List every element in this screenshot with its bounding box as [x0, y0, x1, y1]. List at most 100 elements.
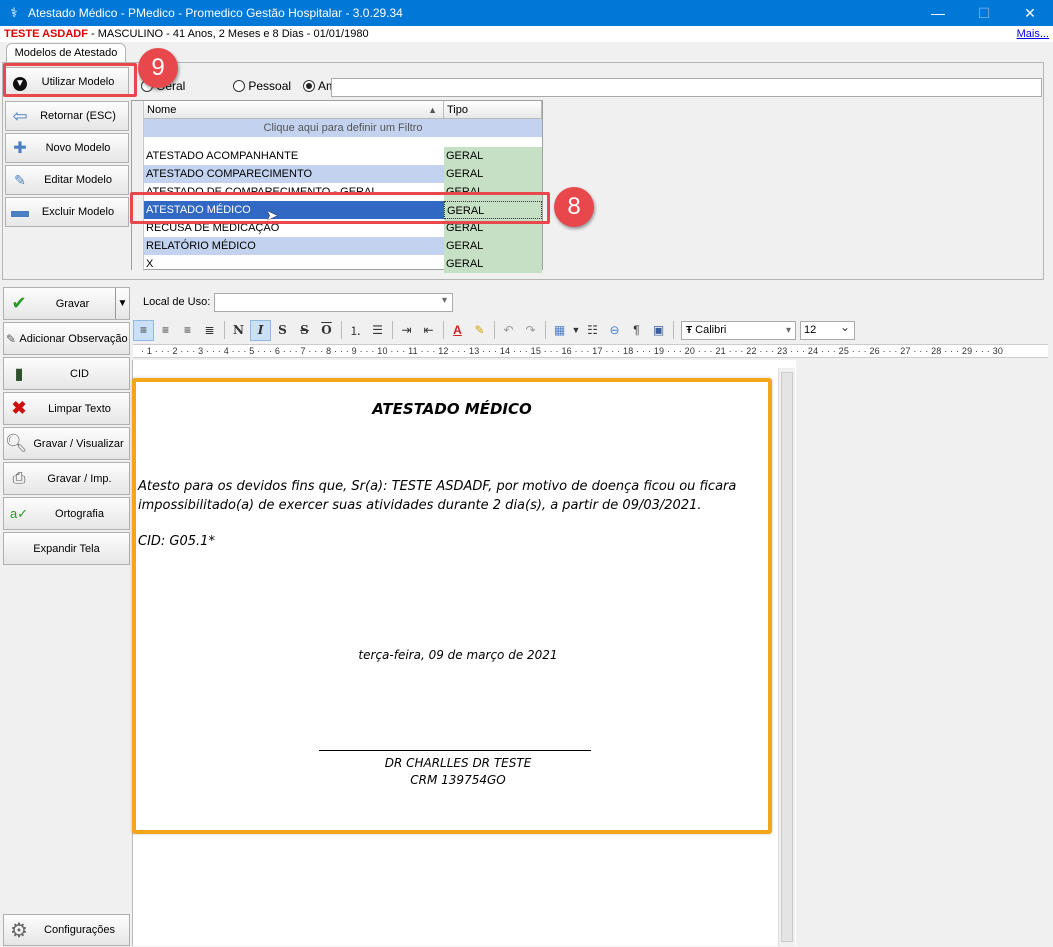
new-model-label: Novo Modelo — [45, 142, 111, 154]
pencil-icon: ✎ — [5, 331, 17, 346]
window-title: Atestado Médico - PMedico - Promedico Ge… — [28, 6, 403, 20]
paragraph-mark-icon[interactable]: ¶ — [626, 320, 647, 341]
symbol-icon[interactable]: ⊖ — [604, 320, 625, 341]
minimize-button[interactable]: — — [915, 0, 961, 26]
delete-model-label: Excluir Modelo — [41, 206, 115, 218]
tab-modelos-de-atestado[interactable]: Modelos de Atestado — [6, 43, 126, 62]
save-document-icon[interactable]: ▣ — [648, 320, 669, 341]
add-observation-label: Adicionar Observação — [19, 332, 128, 345]
check-icon: ✔ — [11, 293, 27, 313]
book-icon: ▮ — [14, 365, 24, 383]
callout-badge-9: 9 — [138, 48, 178, 88]
return-label: Retornar (ESC) — [40, 110, 116, 122]
spellcheck-label: Ortografia — [55, 507, 104, 520]
column-header-tipo[interactable]: Tipo — [444, 101, 542, 119]
editor-scrollbar[interactable] — [778, 368, 795, 946]
column-header-nome[interactable]: Nome ▲ — [144, 101, 444, 119]
save-dropdown-icon[interactable]: ▼ — [115, 288, 129, 319]
local-uso-label: Local de Uso: — [143, 296, 211, 308]
gear-icon: ⚙ — [10, 919, 28, 942]
ruler[interactable]: · 1 · · · 2 · · · 3 · · · 4 · · · 5 · · … — [133, 344, 1048, 358]
minus-icon — [6, 204, 34, 220]
return-button[interactable]: ⇦ Retornar (ESC) — [5, 101, 129, 131]
close-button[interactable]: ✕ — [1007, 0, 1053, 26]
highlight-icon[interactable]: ✎ — [469, 320, 490, 341]
add-icon: ✚ — [13, 140, 27, 157]
settings-button[interactable]: ⚙ Configurações — [3, 914, 130, 946]
patient-details: - MASCULINO - 41 Anos, 2 Meses e 8 Dias … — [87, 28, 369, 40]
redo-icon[interactable]: ↷ — [520, 320, 541, 341]
table-row[interactable]: ATESTADO COMPARECIMENTO GERAL — [144, 165, 542, 183]
table-row[interactable]: RELATÓRIO MÉDICO GERAL — [144, 237, 542, 255]
pencil-icon: ✎ — [14, 171, 26, 188]
magnifier-icon: 🔍︎ — [4, 433, 28, 453]
table-icon[interactable]: ▦ — [549, 320, 570, 341]
delete-model-button[interactable]: Excluir Modelo — [5, 197, 129, 227]
bullet-list-icon[interactable]: ☰ — [367, 320, 388, 341]
more-link[interactable]: Mais... — [1017, 26, 1049, 42]
table-row[interactable]: X GERAL — [144, 255, 542, 273]
font-color-icon[interactable]: A — [447, 320, 468, 341]
new-model-button[interactable]: ✚ Novo Modelo — [5, 133, 129, 163]
document-body: Atesto para os devidos fins que, Sr(a): … — [138, 479, 737, 513]
align-center-icon[interactable]: ≡ — [155, 320, 176, 341]
clear-text-button[interactable]: ✖ Limpar Texto — [3, 392, 130, 425]
maximize-button[interactable]: ☐ — [961, 0, 1007, 26]
row-name: RELATÓRIO MÉDICO — [144, 237, 444, 255]
indent-icon[interactable]: ⇥ — [396, 320, 417, 341]
document-doctor: DR CHARLLES DR TESTE — [384, 756, 532, 770]
patient-info-bar: TESTE ASDADF - MASCULINO - 41 Anos, 2 Me… — [0, 26, 1053, 42]
callout-highlight-selected-row — [130, 192, 550, 224]
save-label: Gravar — [55, 297, 90, 310]
add-observation-button[interactable]: ✎ Adicionar Observação — [3, 322, 130, 355]
overline-icon[interactable]: O — [316, 320, 337, 341]
row-indicator-column — [132, 101, 144, 271]
cid-button[interactable]: ▮ CID — [3, 357, 130, 390]
document-crm: CRM 139754GO — [410, 773, 506, 787]
align-right-icon[interactable]: ≡ — [177, 320, 198, 341]
format-toolbar: ≡ ≡ ≡ ≣ N I S S O ⒈ ☰ ⇥ ⇤ A ✎ ↶ ↷ ▦ ▼ ☷ … — [133, 318, 1048, 342]
underline-icon[interactable]: S — [272, 320, 293, 341]
row-name: ATESTADO ACOMPANHANTE — [146, 150, 299, 162]
document-page[interactable]: ATESTADO MÉDICO Atesto para os devidos f… — [132, 378, 772, 834]
grid-filter-row[interactable]: Clique aqui para definir um Filtro — [144, 119, 542, 137]
align-justify-icon[interactable]: ≣ — [199, 320, 220, 341]
bold-icon[interactable]: N — [228, 320, 249, 341]
save-preview-button[interactable]: 🔍︎ Gravar / Visualizar — [3, 427, 130, 460]
table-row[interactable]: ATESTADO ACOMPANHANTE GERAL — [144, 147, 542, 165]
patient-name: TESTE ASDADF — [4, 28, 88, 40]
font-family-value: Calibri — [695, 323, 727, 336]
strikethrough-icon[interactable]: S — [294, 320, 315, 341]
row-type: GERAL — [444, 147, 542, 165]
expand-screen-button[interactable]: Expandir Tela — [3, 532, 130, 565]
save-button[interactable]: ✔ Gravar ▼ — [3, 287, 130, 320]
save-print-button[interactable]: ⎙ Gravar / Imp. — [3, 462, 130, 495]
row-type: GERAL — [444, 237, 542, 255]
signature-line — [319, 750, 591, 751]
align-left-icon[interactable]: ≡ — [133, 319, 154, 341]
font-size-select[interactable]: 12 — [800, 319, 855, 340]
undo-icon[interactable]: ↶ — [498, 320, 519, 341]
model-search-input[interactable] — [331, 78, 1042, 97]
outdent-icon[interactable]: ⇤ — [418, 320, 439, 341]
radio-pessoal[interactable]: Pessoal — [233, 79, 291, 93]
document-title: ATESTADO MÉDICO — [372, 400, 532, 418]
local-uso-select[interactable] — [214, 293, 453, 312]
spellcheck-icon: a✓ — [9, 505, 29, 521]
italic-icon[interactable]: I — [250, 319, 271, 341]
back-arrow-icon: ⇦ — [12, 105, 28, 126]
numbered-list-icon[interactable]: ⒈ — [345, 320, 366, 341]
row-name: X — [146, 258, 154, 270]
scrollbar-thumb[interactable] — [781, 372, 793, 942]
printer-icon: ⎙ — [12, 469, 26, 487]
table-dropdown-icon[interactable]: ▼ — [571, 320, 581, 341]
models-panel: ▼ Utilizar Modelo ⇦ Retornar (ESC) ✚ Nov… — [2, 62, 1044, 280]
edit-model-button[interactable]: ✎ Editar Modelo — [5, 165, 129, 195]
font-family-select[interactable]: Ŧ Calibri — [681, 320, 796, 340]
row-type: GERAL — [444, 255, 542, 273]
models-grid: Nome ▲ Tipo Clique aqui para definir um F… — [131, 100, 543, 273]
insert-row-icon[interactable]: ☷ — [582, 320, 603, 341]
spellcheck-button[interactable]: a✓ Ortografia — [3, 497, 130, 530]
title-bar: ⚕ Atestado Médico - PMedico - Promedico … — [0, 0, 1053, 26]
row-type: GERAL — [444, 165, 542, 183]
